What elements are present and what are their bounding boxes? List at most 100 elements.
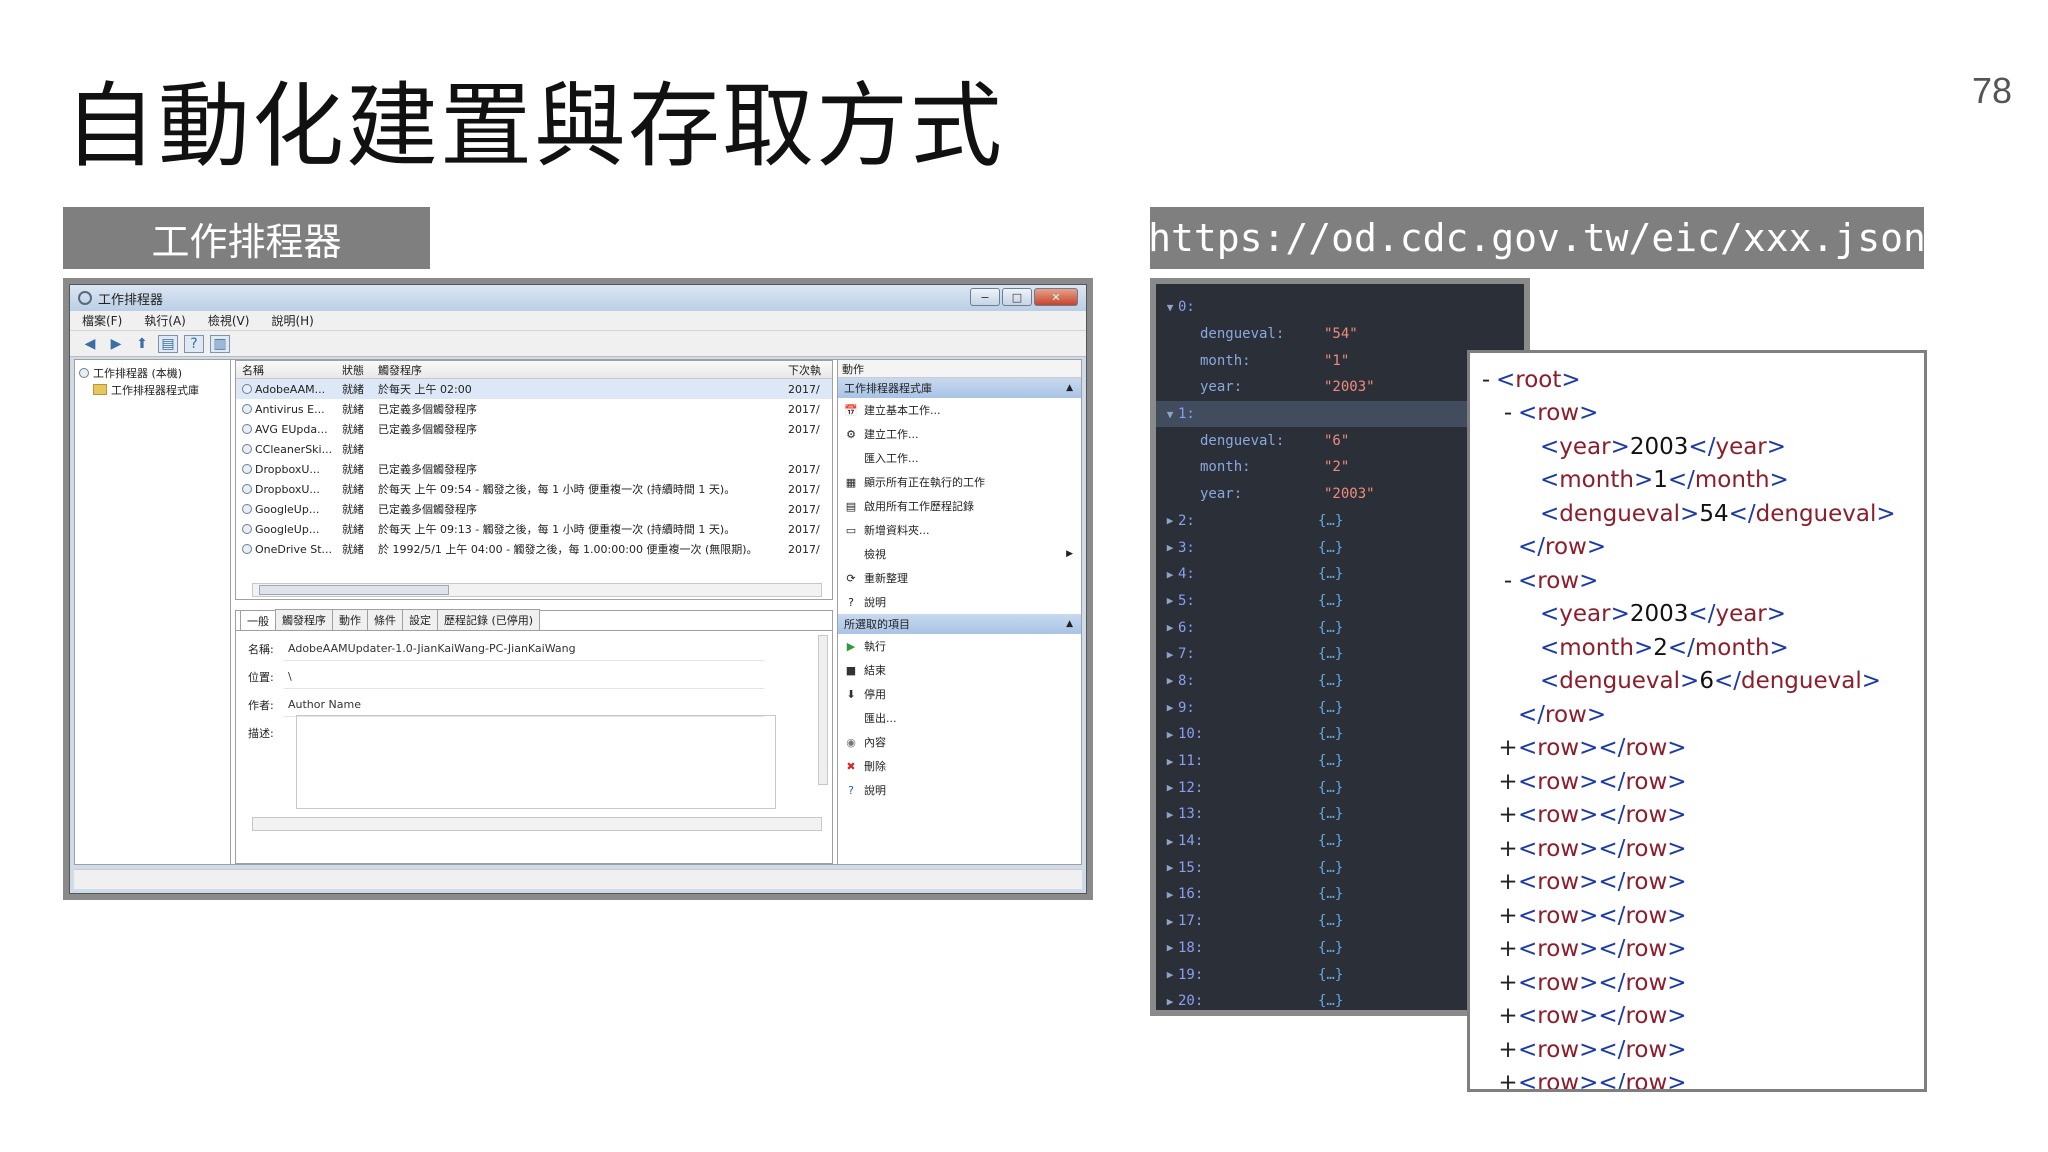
action-item[interactable]: ▶ 執行	[838, 634, 1081, 658]
json-object-preview[interactable]: {…}	[1318, 593, 1343, 609]
properties-vertical-scrollbar[interactable]	[818, 635, 828, 785]
expand-toggle-icon[interactable]: +	[1498, 1037, 1518, 1063]
tab-general[interactable]: 一般	[240, 610, 276, 630]
show-hide-actions-icon[interactable]: ▥	[210, 334, 230, 353]
expand-toggle-icon[interactable]: +	[1498, 869, 1518, 895]
collapsed-triangle-icon[interactable]: ▶	[1162, 995, 1178, 1008]
prop-name-value[interactable]: AdobeAAMUpdater-1.0-JianKaiWang-PC-JianK…	[284, 637, 764, 661]
json-object-preview[interactable]: {…}	[1318, 566, 1343, 582]
xml-line[interactable]: - < root >	[1470, 363, 1924, 397]
xml-line[interactable]: + < row > </row >	[1470, 1000, 1924, 1034]
json-object-preview[interactable]: {…}	[1318, 833, 1343, 849]
xml-line[interactable]: + < row > </row >	[1470, 732, 1924, 766]
collapsed-triangle-icon[interactable]: ▶	[1162, 728, 1178, 741]
collapsed-triangle-icon[interactable]: ▶	[1162, 861, 1178, 874]
column-trigger[interactable]: 觸發程序	[378, 362, 788, 378]
prop-author-value[interactable]: Author Name	[284, 693, 764, 717]
json-object-preview[interactable]: {…}	[1318, 646, 1343, 662]
task-row[interactable]: AdobeAAM... 就緒 於每天 上午 02:00 2017/	[236, 379, 832, 399]
xml-line[interactable]: + < row > </row >	[1470, 933, 1924, 967]
collapsed-triangle-icon[interactable]: ▶	[1162, 755, 1178, 768]
json-object-preview[interactable]: {…}	[1318, 940, 1343, 956]
collapsed-triangle-icon[interactable]: ▶	[1162, 888, 1178, 901]
action-item[interactable]: ▦ 顯示所有正在執行的工作	[838, 470, 1081, 494]
forward-arrow-icon[interactable]: ▶	[106, 335, 126, 353]
task-list-horizontal-scrollbar[interactable]	[252, 583, 822, 597]
back-arrow-icon[interactable]: ◀	[80, 335, 100, 353]
action-item[interactable]: 檢視 ▶	[838, 542, 1081, 566]
collapsed-triangle-icon[interactable]: ▶	[1162, 781, 1178, 794]
collapse-icon[interactable]: ▲	[1066, 383, 1073, 393]
json-object-preview[interactable]: {…}	[1318, 993, 1343, 1009]
collapsed-triangle-icon[interactable]: ▶	[1162, 621, 1178, 634]
menu-action[interactable]: 執行(A)	[144, 312, 186, 329]
collapsed-triangle-icon[interactable]: ▶	[1162, 701, 1178, 714]
json-object-preview[interactable]: {…}	[1318, 913, 1343, 929]
task-row[interactable]: DropboxU... 就緒 於每天 上午 09:54 - 觸發之後，每 1 小時 …	[236, 479, 832, 499]
column-status[interactable]: 狀態	[342, 362, 378, 378]
up-folder-icon[interactable]: ⬆	[132, 335, 152, 353]
tab-conditions[interactable]: 條件	[367, 609, 403, 630]
collapsed-triangle-icon[interactable]: ▶	[1162, 674, 1178, 687]
json-object-preview[interactable]: {…}	[1318, 967, 1343, 983]
xml-line[interactable]: + < row > </row >	[1470, 866, 1924, 900]
task-row[interactable]: CCleanerSki... 就緒	[236, 439, 832, 459]
json-object-preview[interactable]: {…}	[1318, 860, 1343, 876]
action-item[interactable]: 📅 建立基本工作...	[838, 398, 1081, 422]
tab-triggers[interactable]: 觸發程序	[275, 609, 333, 630]
menu-file[interactable]: 檔案(F)	[82, 312, 122, 329]
collapsed-triangle-icon[interactable]: ▶	[1162, 835, 1178, 848]
collapsed-triangle-icon[interactable]: ▶	[1162, 915, 1178, 928]
tab-actions[interactable]: 動作	[332, 609, 368, 630]
xml-line[interactable]: + < row > </row >	[1470, 1033, 1924, 1067]
json-object-preview[interactable]: {…}	[1318, 620, 1343, 636]
actions-section-library[interactable]: 工作排程器程式庫 ▲	[838, 378, 1081, 398]
xml-line[interactable]: + < row > </row >	[1470, 832, 1924, 866]
action-item[interactable]: ⚙ 建立工作...	[838, 422, 1081, 446]
submenu-arrow-icon[interactable]: ▶	[1066, 549, 1073, 559]
tree-item-root[interactable]: 工作排程器 (本機)	[79, 364, 226, 381]
task-row[interactable]: GoogleUp... 就緒 已定義多個觸發程序 2017/	[236, 499, 832, 519]
json-object-preview[interactable]: {…}	[1318, 673, 1343, 689]
json-object-preview[interactable]: {…}	[1318, 540, 1343, 556]
show-hide-tree-icon[interactable]: ▤	[158, 334, 178, 353]
collapsed-triangle-icon[interactable]: ▶	[1162, 941, 1178, 954]
prop-description-field[interactable]	[296, 715, 776, 809]
task-row[interactable]: AVG EUpda... 就緒 已定義多個觸發程序 2017/	[236, 419, 832, 439]
collapse-toggle-icon[interactable]: -	[1476, 367, 1496, 393]
task-row[interactable]: OneDrive St... 就緒 於 1992/5/1 上午 04:00 - 觸發…	[236, 539, 832, 559]
menu-view[interactable]: 檢視(V)	[208, 312, 250, 329]
collapse-icon[interactable]: ▲	[1066, 619, 1073, 629]
expand-toggle-icon[interactable]: +	[1498, 936, 1518, 962]
collapsed-triangle-icon[interactable]: ▶	[1162, 514, 1178, 527]
task-row[interactable]: DropboxU... 就緒 已定義多個觸發程序 2017/	[236, 459, 832, 479]
collapsed-triangle-icon[interactable]: ▶	[1162, 568, 1178, 581]
action-item[interactable]: 匯入工作...	[838, 446, 1081, 470]
xml-line[interactable]: + < row > </row >	[1470, 966, 1924, 1000]
properties-horizontal-scrollbar[interactable]	[252, 817, 822, 831]
json-object-preview[interactable]: {…}	[1318, 753, 1343, 769]
collapse-toggle-icon[interactable]: -	[1498, 400, 1518, 426]
column-next-run[interactable]: 下次執	[788, 362, 828, 378]
json-object-preview[interactable]: {…}	[1318, 886, 1343, 902]
action-item[interactable]: ? 說明	[838, 590, 1081, 614]
expand-toggle-icon[interactable]: +	[1498, 1070, 1518, 1089]
action-item[interactable]: ⬇ 停用	[838, 682, 1081, 706]
expand-triangle-icon[interactable]: ▼	[1162, 301, 1178, 314]
minimize-button[interactable]: −	[970, 288, 1000, 306]
help-icon[interactable]: ?	[184, 334, 204, 353]
json-object-preview[interactable]: {…}	[1318, 513, 1343, 529]
xml-line[interactable]: + < row > </row >	[1470, 899, 1924, 933]
expand-toggle-icon[interactable]: +	[1498, 802, 1518, 828]
scrollbar-thumb[interactable]	[259, 585, 449, 595]
xml-line[interactable]: + < row > </row >	[1470, 1067, 1924, 1089]
collapsed-triangle-icon[interactable]: ▶	[1162, 541, 1178, 554]
xml-line[interactable]: - < row >	[1470, 564, 1924, 598]
collapsed-triangle-icon[interactable]: ▶	[1162, 594, 1178, 607]
action-item[interactable]: ◉ 內容	[838, 730, 1081, 754]
collapsed-triangle-icon[interactable]: ▶	[1162, 648, 1178, 661]
tab-history[interactable]: 歷程記錄 (已停用)	[437, 609, 541, 630]
json-object-preview[interactable]: {…}	[1318, 726, 1343, 742]
action-item[interactable]: ✖ 刪除	[838, 754, 1081, 778]
xml-line[interactable]: + < row > </row >	[1470, 799, 1924, 833]
